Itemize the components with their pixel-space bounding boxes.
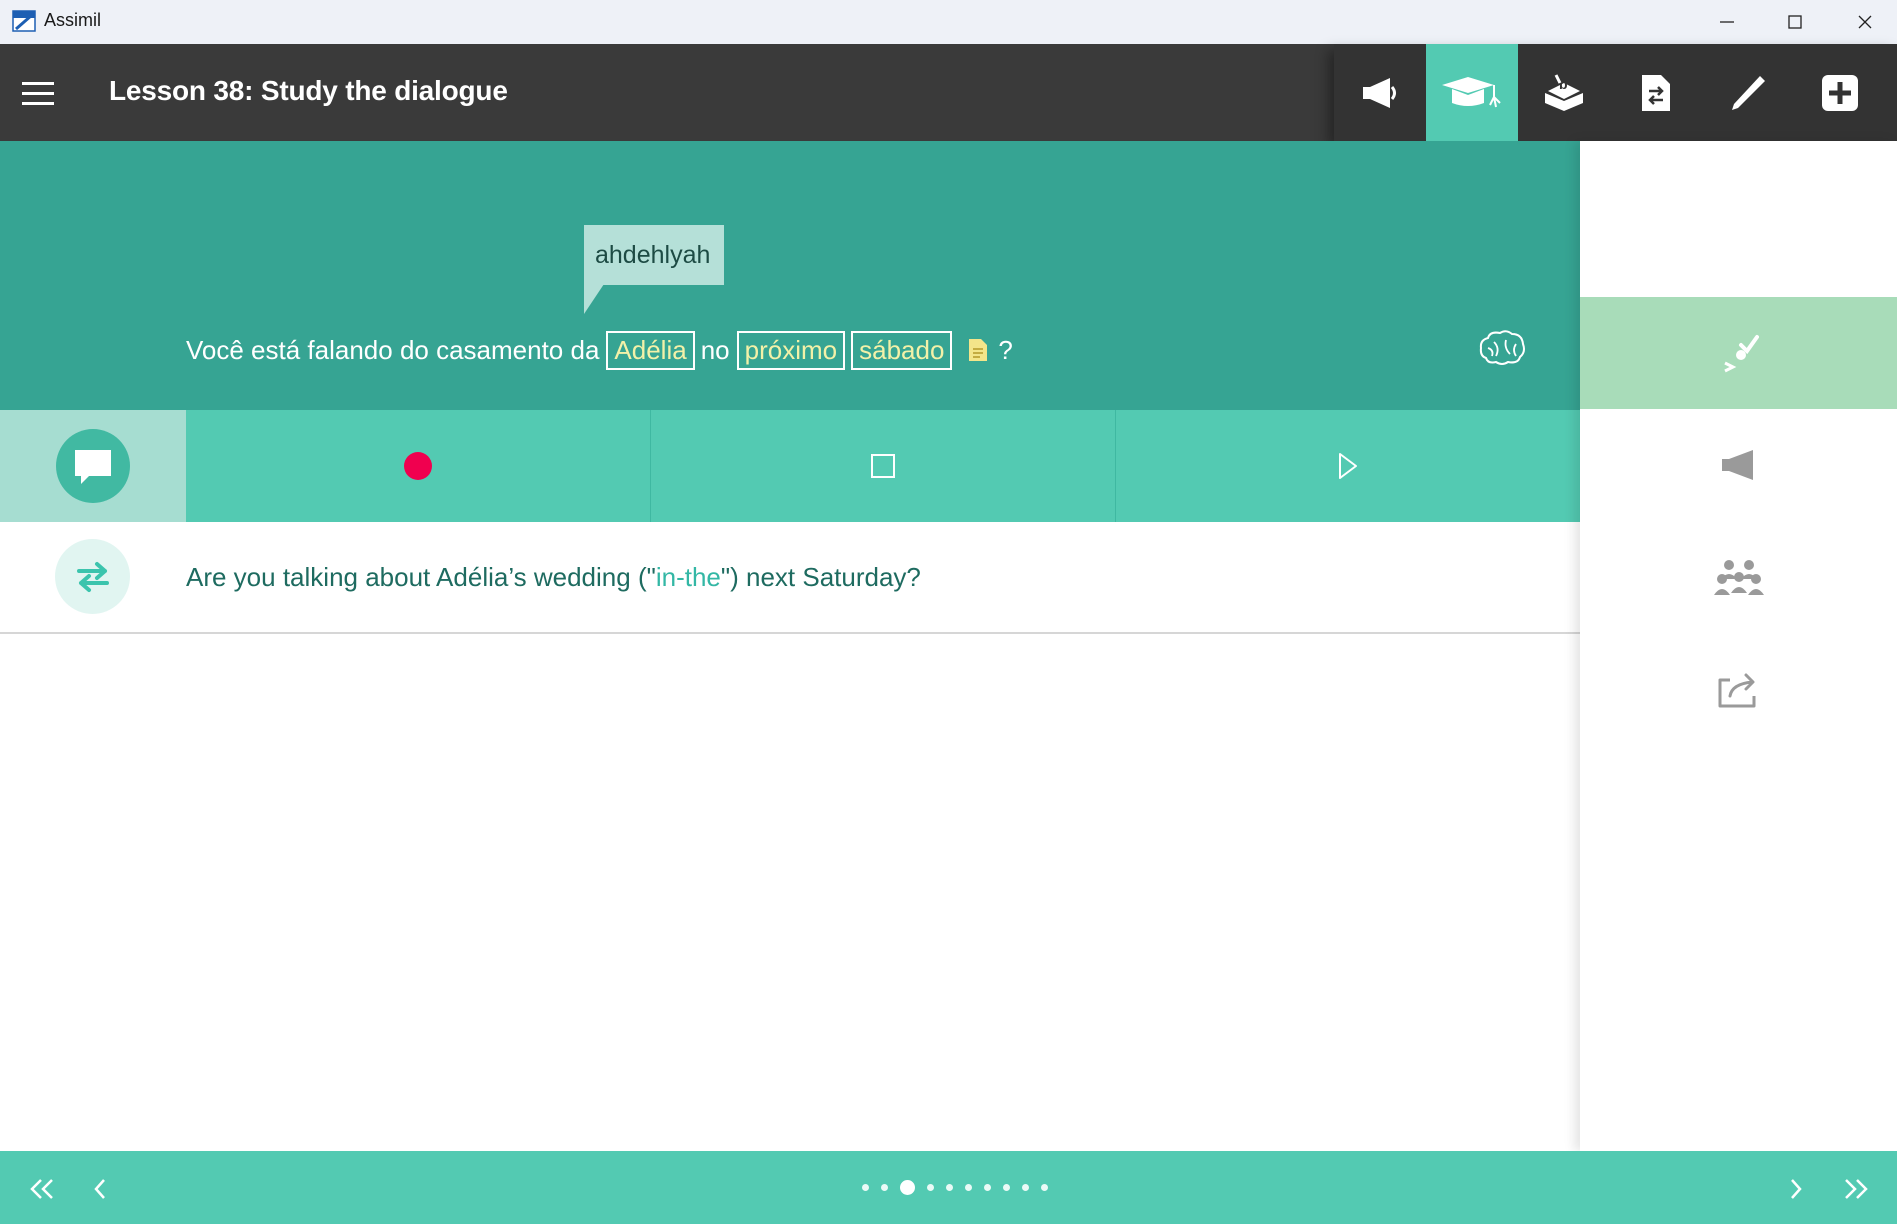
translation-after: ") next Saturday?	[720, 562, 921, 592]
next-page-button[interactable]	[1776, 1169, 1816, 1209]
page-title: Lesson 38: Study the dialogue	[109, 75, 508, 106]
share-icon	[1718, 673, 1755, 708]
dialogue-toggle[interactable]	[0, 410, 186, 522]
chevron-left-icon	[94, 1179, 105, 1199]
sentence-text: Você está falando do casamento da	[186, 334, 600, 365]
page-dot[interactable]	[927, 1184, 934, 1191]
swap-arrows-icon	[76, 561, 109, 592]
page-dot[interactable]	[862, 1184, 869, 1191]
pen-icon	[1732, 75, 1765, 110]
side-item-pronunciation[interactable]	[1580, 297, 1897, 409]
pronunciation-tooltip: ahdehlyah	[584, 225, 724, 285]
pagination-dots	[856, 1180, 1054, 1195]
translation-row: Are you talking about Adélia’s wedding (…	[0, 522, 1580, 634]
word-adelia[interactable]: Adélia	[606, 330, 695, 370]
side-item-listen[interactable]	[1580, 409, 1897, 521]
first-page-button[interactable]	[22, 1169, 62, 1209]
audio-controls	[0, 410, 1580, 522]
play-button[interactable]	[1116, 410, 1580, 522]
side-panel	[1580, 141, 1897, 1151]
last-page-button[interactable]	[1836, 1169, 1876, 1209]
translation-toggle[interactable]	[55, 539, 130, 614]
close-icon	[1858, 15, 1872, 29]
side-item-dialogue[interactable]	[1580, 521, 1897, 633]
double-chevron-left-icon	[30, 1179, 53, 1199]
minimize-icon	[1720, 21, 1734, 23]
page-dot-current[interactable]	[900, 1180, 915, 1195]
page-dot[interactable]	[984, 1184, 991, 1191]
translation-text: Are you talking about Adélia’s wedding (…	[186, 562, 921, 593]
graduation-cap-icon	[1442, 76, 1501, 107]
assimil-logo-icon	[12, 10, 36, 32]
document-translate-icon	[1642, 74, 1670, 111]
word-sabado[interactable]: sábado	[851, 330, 953, 370]
page-dot[interactable]	[946, 1184, 953, 1191]
maximize-button[interactable]	[1760, 0, 1830, 44]
portuguese-sentence: Você está falando do casamento da Adélia…	[186, 330, 1020, 370]
record-icon	[404, 452, 432, 480]
double-chevron-right-icon	[1845, 1179, 1868, 1199]
play-icon	[1339, 453, 1357, 479]
bottom-navigation	[0, 1151, 1897, 1224]
plus-icon	[1822, 74, 1858, 111]
record-button[interactable]	[186, 410, 650, 522]
brain-icon[interactable]	[1478, 328, 1526, 368]
translation-literal: in-the	[655, 562, 721, 592]
stop-icon	[871, 454, 895, 478]
close-button[interactable]	[1830, 0, 1897, 44]
maximize-icon	[1788, 15, 1802, 29]
svg-text:b: b	[1559, 76, 1568, 92]
menu-icon[interactable]	[20, 74, 58, 112]
chevron-right-icon	[1791, 1179, 1802, 1199]
page-dot[interactable]	[965, 1184, 972, 1191]
window-titlebar: Assimil	[0, 0, 1897, 44]
stop-button[interactable]	[651, 410, 1115, 522]
megaphone-icon	[1721, 450, 1753, 480]
book-icon: b	[1545, 73, 1583, 111]
speech-bubble-icon	[56, 429, 130, 503]
sentence-end: ?	[998, 334, 1013, 365]
previous-page-button[interactable]	[80, 1169, 120, 1209]
tool-study[interactable]	[1426, 44, 1518, 141]
tool-write[interactable]	[1702, 44, 1794, 141]
tool-listen[interactable]	[1334, 44, 1426, 141]
word-proximo[interactable]: próximo	[736, 330, 846, 370]
people-group-icon	[1713, 560, 1764, 595]
minimize-button[interactable]	[1692, 0, 1762, 44]
sentence-text: no	[700, 334, 730, 365]
page-dot[interactable]	[881, 1184, 888, 1191]
side-item-share[interactable]	[1580, 633, 1897, 745]
page-dot[interactable]	[1022, 1184, 1029, 1191]
megaphone-icon	[1363, 77, 1396, 108]
mouth-check-icon	[1723, 335, 1759, 373]
tooltip-tail	[584, 284, 604, 314]
window-title: Assimil	[44, 10, 101, 30]
tool-add[interactable]	[1794, 44, 1886, 141]
note-icon[interactable]	[968, 338, 988, 362]
translation-before: Are you talking about Adélia’s wedding (…	[186, 562, 656, 592]
tool-translate[interactable]	[1610, 44, 1702, 141]
tool-book[interactable]: b	[1518, 44, 1610, 141]
mode-toolbar: b	[1334, 44, 1897, 141]
page-dot[interactable]	[1041, 1184, 1048, 1191]
app-header: Lesson 38: Study the dialogue b	[0, 44, 1897, 141]
page-dot[interactable]	[1003, 1184, 1010, 1191]
